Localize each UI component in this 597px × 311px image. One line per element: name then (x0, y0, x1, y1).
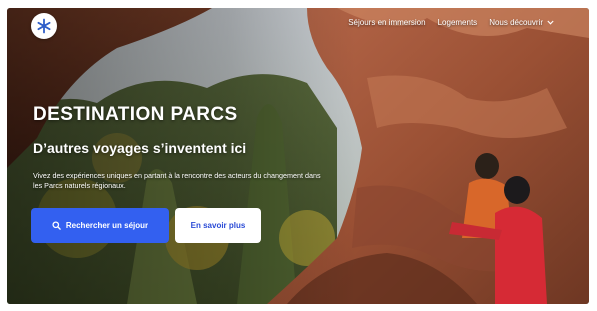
search-stay-button-label: Rechercher un séjour (65, 221, 149, 230)
learn-more-button[interactable]: En savoir plus (175, 208, 261, 243)
chevron-down-icon (547, 20, 554, 25)
search-stay-button[interactable]: Rechercher un séjour (31, 208, 169, 243)
main-nav: Séjours en immersion Logements Nous déco… (348, 18, 554, 27)
snowflake-star-icon (37, 18, 51, 34)
search-icon (52, 221, 61, 230)
nav-item-label: Logements (437, 18, 478, 27)
site-logo[interactable] (31, 13, 57, 39)
nav-item-label: Nous découvrir (489, 18, 543, 27)
hero-section: Séjours en immersion Logements Nous déco… (7, 8, 589, 304)
hero-overlay (7, 8, 589, 304)
nav-item-logements[interactable]: Logements (438, 18, 478, 27)
hero-description: Vivez des expériences uniques en partant… (33, 171, 321, 190)
nav-item-sejours[interactable]: Séjours en immersion (348, 18, 425, 27)
learn-more-button-label: En savoir plus (190, 221, 246, 230)
hero-subtitle: D’autres voyages s’inventent ici (33, 140, 247, 156)
nav-item-label: Séjours en immersion (348, 18, 426, 27)
nav-item-nous-decouvrir[interactable]: Nous découvrir (489, 18, 554, 27)
hero-title: DESTINATION PARCS (33, 104, 238, 125)
